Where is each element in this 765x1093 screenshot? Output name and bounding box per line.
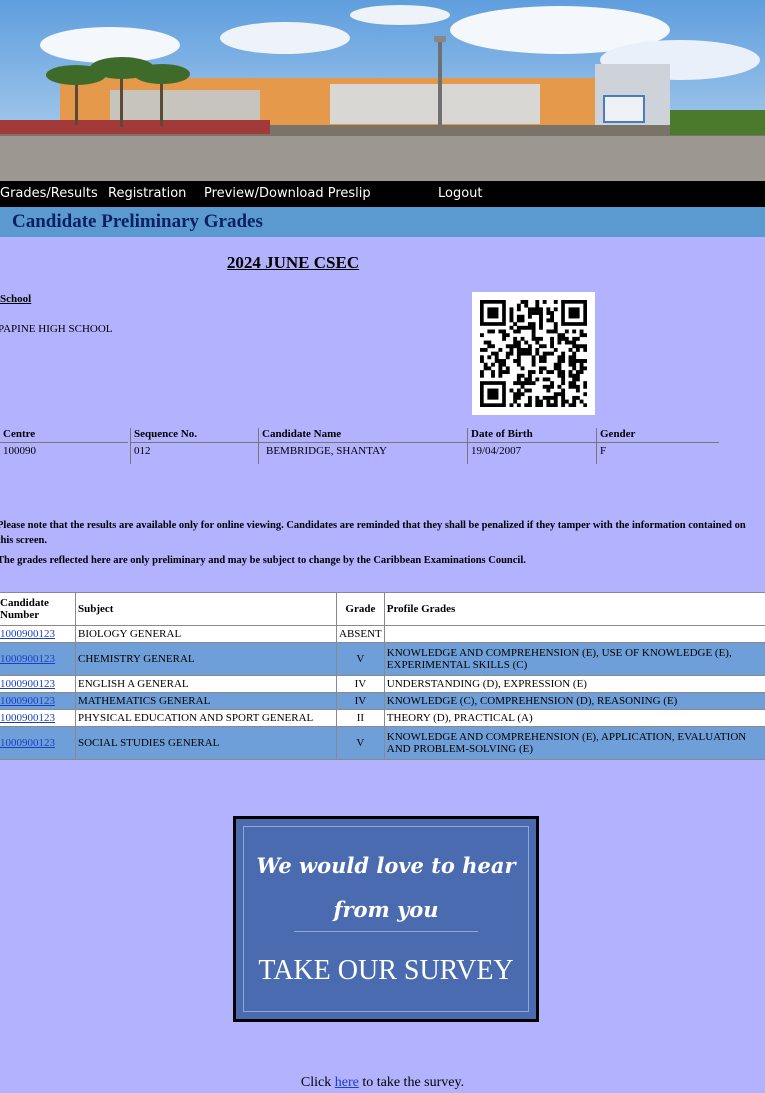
survey-link[interactable]: here	[335, 1075, 359, 1090]
table-row: 1000900123 PHYSICAL EDUCATION AND SPORT …	[0, 709, 765, 727]
subject-cell: BIOLOGY GENERAL	[75, 625, 337, 643]
top-navigation: Grades/Results Registration Preview/Down…	[0, 181, 765, 207]
nav-grades-results[interactable]: Grades/Results	[0, 186, 98, 201]
exam-title: 2024 JUNE CSEC	[226, 253, 360, 272]
candidate-name-header: Candidate Name	[259, 428, 467, 443]
candidate-number-header: Candidate Number	[0, 592, 76, 626]
school-name: PAPINE HIGH SCHOOL	[0, 323, 113, 335]
profile-cell: KNOWLEDGE AND COMPREHENSION (E), USE OF …	[383, 642, 765, 676]
subject-cell: CHEMISTRY GENERAL	[75, 642, 337, 676]
profile-cell: UNDERSTANDING (D), EXPRESSION (E)	[383, 675, 765, 693]
subject-cell: MATHEMATICS GENERAL	[75, 692, 337, 710]
candidate-number-link[interactable]: 1000900123	[0, 678, 55, 690]
survey-prompt-suffix: to take the survey.	[362, 1075, 465, 1090]
table-row: 1000900123 SOCIAL STUDIES GENERAL V KNOW…	[0, 726, 765, 760]
centre-value: 100090	[3, 445, 36, 457]
penalty-notice: Please note that the results are availab…	[0, 520, 746, 546]
sequence-value: 012	[134, 445, 151, 457]
candidate-number-link[interactable]: 1000900123	[0, 653, 55, 665]
gender-header: Gender	[597, 428, 719, 443]
survey-line-2: from you	[333, 897, 439, 922]
survey-cta: TAKE OUR SURVEY	[258, 955, 514, 986]
sequence-header: Sequence No.	[131, 428, 258, 443]
grade-header: Grade	[336, 592, 385, 626]
profile-cell: KNOWLEDGE (C), COMPREHENSION (D), REASON…	[383, 692, 765, 710]
grade-cell: IV	[336, 692, 385, 710]
preliminary-notice: The grades reflected here are only preli…	[0, 555, 526, 566]
centre-header: Centre	[0, 428, 128, 443]
candidate-number-link[interactable]: 1000900123	[0, 628, 55, 640]
page-title: Candidate Preliminary Grades	[12, 211, 263, 232]
subject-cell: PHYSICAL EDUCATION AND SPORT GENERAL	[75, 709, 337, 727]
survey-line-1: We would love to hear	[256, 853, 516, 878]
subject-cell: SOCIAL STUDIES GENERAL	[75, 726, 337, 760]
subject-header: Subject	[75, 592, 337, 626]
profile-cell: KNOWLEDGE AND COMPREHENSION (E), APPLICA…	[383, 726, 765, 760]
nav-preview-download-preslip[interactable]: Preview/Download Preslip	[204, 186, 371, 201]
grade-cell: II	[336, 709, 385, 727]
page-title-bar: Candidate Preliminary Grades	[0, 207, 765, 237]
survey-prompt: Click here to take the survey.	[0, 1075, 765, 1091]
nav-registration[interactable]: Registration	[108, 186, 186, 201]
survey-prompt-prefix: Click	[300, 1075, 332, 1090]
grades-table: Candidate Number Subject Grade Profile G…	[0, 592, 765, 760]
table-row: 1000900123 CHEMISTRY GENERAL V KNOWLEDGE…	[0, 642, 765, 676]
candidate-number-link[interactable]: 1000900123	[0, 737, 55, 749]
table-row: 1000900123 ENGLISH A GENERAL IV UNDERSTA…	[0, 675, 765, 693]
nav-logout[interactable]: Logout	[438, 186, 483, 201]
table-row: 1000900123 MATHEMATICS GENERAL IV KNOWLE…	[0, 692, 765, 710]
header-banner-photo	[0, 0, 765, 181]
profile-cell: THEORY (D), PRACTICAL (A)	[383, 709, 765, 727]
dob-header: Date of Birth	[468, 428, 596, 443]
profile-cell	[383, 625, 765, 643]
school-label: School	[0, 293, 32, 305]
grade-cell: V	[336, 642, 385, 676]
survey-inner-frame: We would love to hear from you TAKE OUR …	[243, 826, 529, 1012]
survey-banner[interactable]: We would love to hear from you TAKE OUR …	[233, 816, 539, 1022]
candidate-name-value: BEMBRIDGE, SHANTAY	[266, 445, 387, 457]
table-row: 1000900123 BIOLOGY GENERAL ABSENT	[0, 625, 765, 643]
profile-grades-header: Profile Grades	[383, 592, 765, 626]
grade-cell: IV	[336, 675, 385, 693]
grade-cell: ABSENT	[336, 625, 385, 643]
qr-code	[472, 292, 595, 415]
candidate-number-link[interactable]: 1000900123	[0, 695, 55, 707]
subject-cell: ENGLISH A GENERAL	[75, 675, 337, 693]
grade-cell: V	[336, 726, 385, 760]
survey-divider	[294, 931, 478, 932]
gender-value: F	[600, 445, 607, 457]
candidate-number-link[interactable]: 1000900123	[0, 712, 55, 724]
dob-value: 19/04/2007	[471, 445, 522, 457]
